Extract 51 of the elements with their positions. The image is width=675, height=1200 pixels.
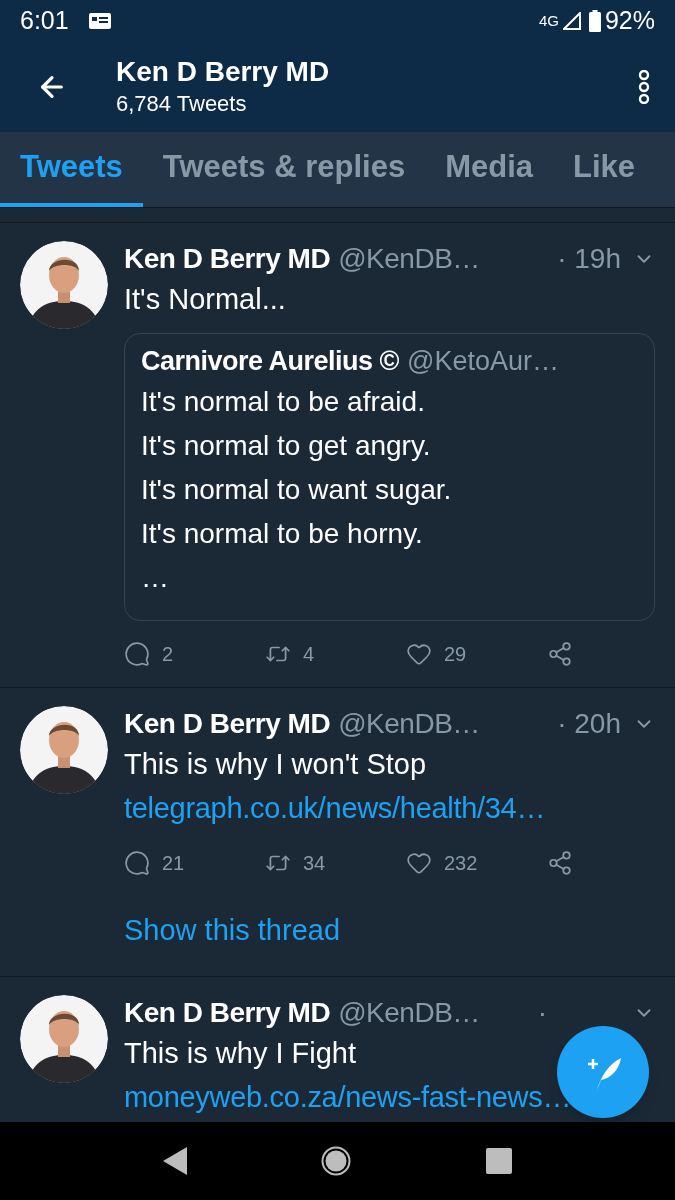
author-handle: @KenDB… [338, 242, 480, 276]
back-nav-icon[interactable] [163, 1147, 188, 1175]
reply-icon[interactable] [124, 850, 150, 876]
tab[interactable]: Media [425, 132, 553, 207]
author-handle: @KenDB… [338, 996, 480, 1030]
reply-icon[interactable] [124, 641, 150, 667]
profile-name: Ken D Berry MD [116, 55, 330, 89]
count: 34 [303, 851, 326, 876]
home-nav-icon[interactable] [321, 1146, 352, 1176]
quote-text: … [141, 561, 169, 595]
tweet-count: 6,784 Tweets [116, 90, 248, 118]
count: 232 [444, 851, 478, 876]
count: 21 [162, 851, 185, 876]
tweet-text: This is why I Fight [124, 1036, 357, 1071]
battery-level: 92% [604, 5, 655, 37]
quote-text: It's normal to want sugar. [141, 473, 452, 507]
author-name: Ken D Berry MD [124, 996, 331, 1030]
quote-text: It's normal to be afraid. [141, 385, 425, 419]
tab[interactable]: Tweets [0, 132, 143, 207]
quote-author-handle: @KetoAur… [407, 345, 559, 378]
status-time: 6:01 [20, 5, 69, 37]
show-thread-link[interactable]: Show this thread [124, 908, 340, 952]
tab[interactable]: Like [553, 132, 656, 207]
tweet-time: · 19h [557, 242, 621, 276]
recents-nav-icon[interactable] [485, 1148, 512, 1174]
tab[interactable]: Tweets & replies [142, 132, 426, 207]
author-name: Ken D Berry MD [124, 242, 331, 276]
quote-text: It's normal to be horny. [141, 517, 423, 551]
more-options-icon[interactable] [637, 70, 651, 104]
tweet-link[interactable]: telegraph.co.uk/news/health/34… [124, 786, 655, 830]
quote-text: It's normal to get angry. [141, 429, 431, 463]
battery-icon [588, 10, 601, 32]
tweet-time: · [537, 996, 547, 1030]
quoted-tweet[interactable]: Carnivore Aurelius © @KetoAur… It's normal to be afraid. It's normal to get angry. It's normal to want sugar. It's normal to be horny. … [124, 333, 655, 621]
heart-icon[interactable] [406, 641, 432, 667]
count: 2 [162, 642, 174, 667]
count: 4 [303, 642, 315, 667]
tweet-link[interactable]: moneyweb.co.za/news-fast-news… [124, 1075, 655, 1119]
tweet-text: This is why I won't Stop [124, 747, 427, 782]
network-type: 4G [538, 10, 559, 31]
quote-author-name: Carnivore Aurelius © [141, 345, 399, 378]
news-icon [88, 13, 111, 29]
count: 29 [444, 642, 467, 667]
tweet-text: It's Normal... [124, 282, 286, 317]
author-name: Ken D Berry MD [124, 707, 331, 741]
tweet-time: · 20h [557, 707, 621, 741]
author-handle: @KenDB… [338, 707, 480, 741]
share-icon[interactable] [547, 850, 573, 876]
heart-icon[interactable] [406, 850, 432, 876]
signal-icon [562, 12, 581, 30]
share-icon[interactable] [547, 641, 573, 667]
